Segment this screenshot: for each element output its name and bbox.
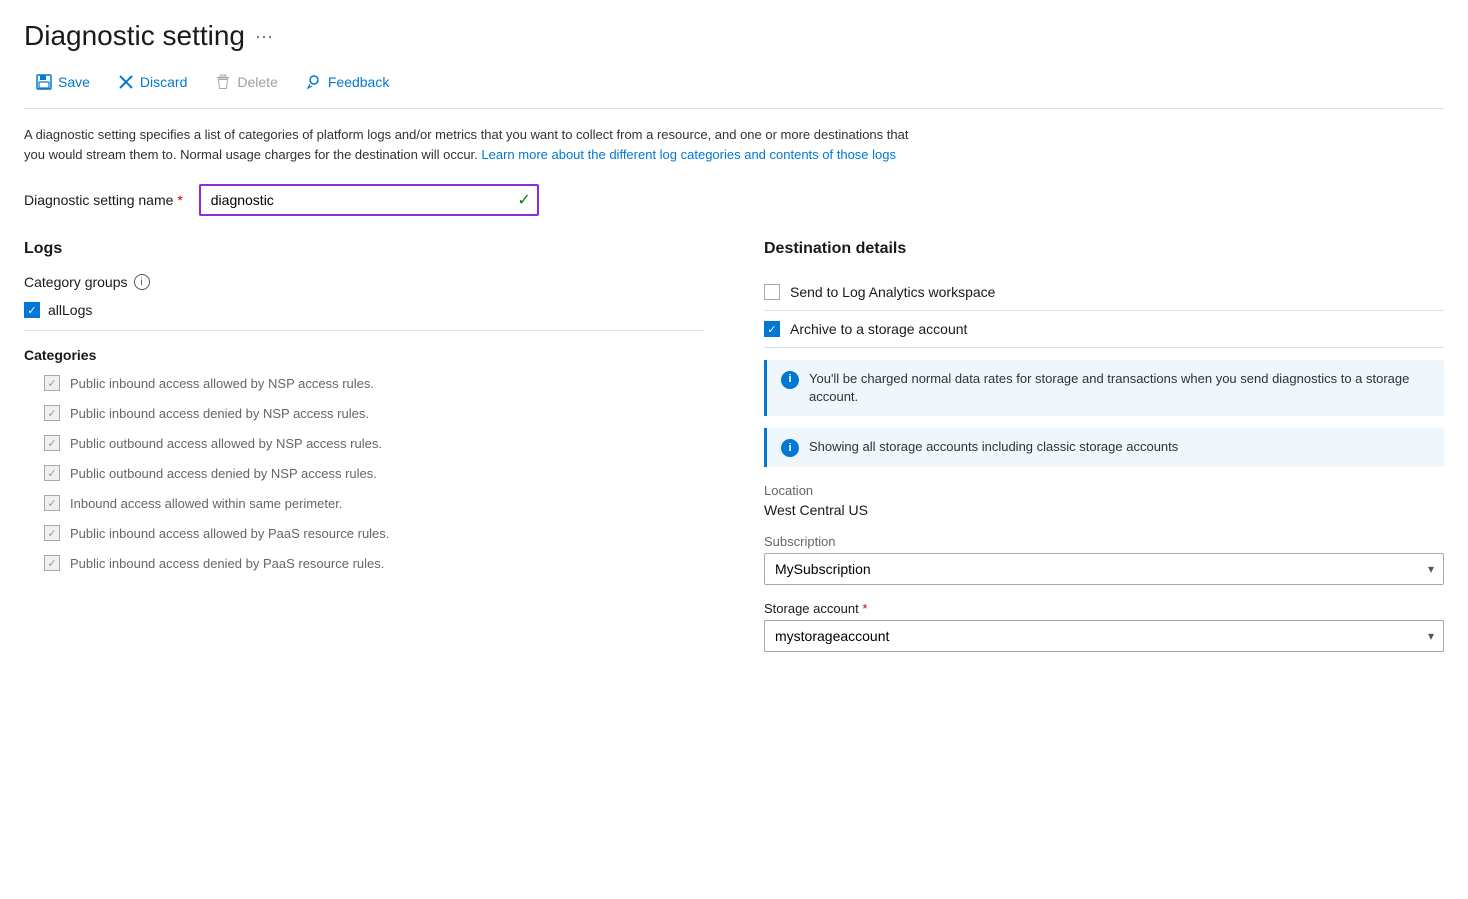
category-text-2: Public outbound access allowed by NSP ac… [70,436,382,451]
location-value: West Central US [764,502,1444,518]
info-icon-1: i [781,371,799,389]
category-checkbox-0[interactable] [44,375,60,391]
setting-name-row: Diagnostic setting name * ✓ [24,184,1444,216]
description-text: A diagnostic setting specifies a list of… [24,125,924,164]
setting-name-input-wrapper: ✓ [199,184,539,216]
discard-icon [118,74,134,90]
category-checkbox-1[interactable] [44,405,60,421]
subscription-label: Subscription [764,534,1444,549]
save-button[interactable]: Save [24,68,102,96]
learn-more-link[interactable]: Learn more about the different log categ… [481,147,896,162]
category-checkbox-5[interactable] [44,525,60,541]
category-item: Public inbound access denied by NSP acce… [44,405,704,421]
location-group: Location West Central US [764,483,1444,518]
setting-name-label-text: Diagnostic setting name [24,192,173,208]
category-groups-info-icon[interactable]: i [134,274,150,290]
storage-required-star: * [862,601,867,616]
category-text-1: Public inbound access denied by NSP acce… [70,406,369,421]
page-title: Diagnostic setting ··· [24,20,1444,52]
storage-account-group: Storage account * mystorageaccount ▾ [764,601,1444,652]
setting-name-input[interactable] [199,184,539,216]
archive-storage-checkbox[interactable] [764,321,780,337]
storage-account-select[interactable]: mystorageaccount [764,620,1444,652]
category-item: Public inbound access denied by PaaS res… [44,555,704,571]
info-icon-2: i [781,439,799,457]
archive-storage-row: Archive to a storage account [764,311,1444,348]
page-title-ellipsis: ··· [255,26,273,47]
category-item: Public outbound access denied by NSP acc… [44,465,704,481]
log-analytics-row: Send to Log Analytics workspace [764,274,1444,311]
category-checkbox-3[interactable] [44,465,60,481]
category-item: Public outbound access allowed by NSP ac… [44,435,704,451]
info-text-1: You'll be charged normal data rates for … [809,370,1430,406]
storage-account-dropdown-wrapper: mystorageaccount ▾ [764,620,1444,652]
page-title-text: Diagnostic setting [24,20,245,52]
info-box-2: i Showing all storage accounts including… [764,428,1444,467]
setting-name-label: Diagnostic setting name * [24,192,183,208]
category-item: Public inbound access allowed by NSP acc… [44,375,704,391]
category-text-6: Public inbound access denied by PaaS res… [70,556,384,571]
category-item: Public inbound access allowed by PaaS re… [44,525,704,541]
all-logs-checkbox[interactable] [24,302,40,318]
learn-more-text: Learn more about the different log categ… [481,147,896,162]
category-text-3: Public outbound access denied by NSP acc… [70,466,377,481]
all-logs-label: allLogs [48,302,92,318]
log-analytics-label: Send to Log Analytics workspace [790,284,995,300]
destination-section-title: Destination details [764,240,1444,258]
category-text-0: Public inbound access allowed by NSP acc… [70,376,374,391]
category-checkbox-4[interactable] [44,495,60,511]
storage-account-label-text: Storage account [764,601,859,616]
subscription-dropdown-wrapper: MySubscription ▾ [764,553,1444,585]
category-text-5: Public inbound access allowed by PaaS re… [70,526,389,541]
destination-panel: Destination details Send to Log Analytic… [764,240,1444,664]
category-groups-header: Category groups i [24,274,704,290]
all-logs-row: allLogs [24,302,704,318]
archive-storage-label: Archive to a storage account [790,321,967,337]
required-star: * [177,192,182,208]
subscription-select[interactable]: MySubscription [764,553,1444,585]
logs-divider [24,330,704,331]
category-text-4: Inbound access allowed within same perim… [70,496,342,511]
delete-button[interactable]: Delete [203,68,289,96]
delete-icon [215,74,231,90]
feedback-button[interactable]: Feedback [294,68,401,96]
save-label: Save [58,74,90,90]
location-label: Location [764,483,1444,498]
info-text-2: Showing all storage accounts including c… [809,438,1178,456]
input-valid-icon: ✓ [517,190,530,210]
main-content: Logs Category groups i allLogs Categorie… [24,240,1444,664]
subscription-group: Subscription MySubscription ▾ [764,534,1444,585]
logs-panel: Logs Category groups i allLogs Categorie… [24,240,704,664]
category-checkbox-2[interactable] [44,435,60,451]
delete-label: Delete [237,74,277,90]
feedback-icon [306,74,322,90]
info-box-1: i You'll be charged normal data rates fo… [764,360,1444,416]
categories-label: Categories [24,347,704,363]
storage-account-label: Storage account * [764,601,1444,616]
logs-section-title: Logs [24,240,704,258]
feedback-label: Feedback [328,74,389,90]
category-item: Inbound access allowed within same perim… [44,495,704,511]
log-analytics-checkbox[interactable] [764,284,780,300]
save-icon [36,74,52,90]
toolbar: Save Discard Delete Feedback [24,68,1444,109]
discard-label: Discard [140,74,187,90]
category-checkbox-6[interactable] [44,555,60,571]
discard-button[interactable]: Discard [106,68,199,96]
category-groups-label: Category groups [24,274,128,290]
categories-section: Categories Public inbound access allowed… [24,347,704,571]
